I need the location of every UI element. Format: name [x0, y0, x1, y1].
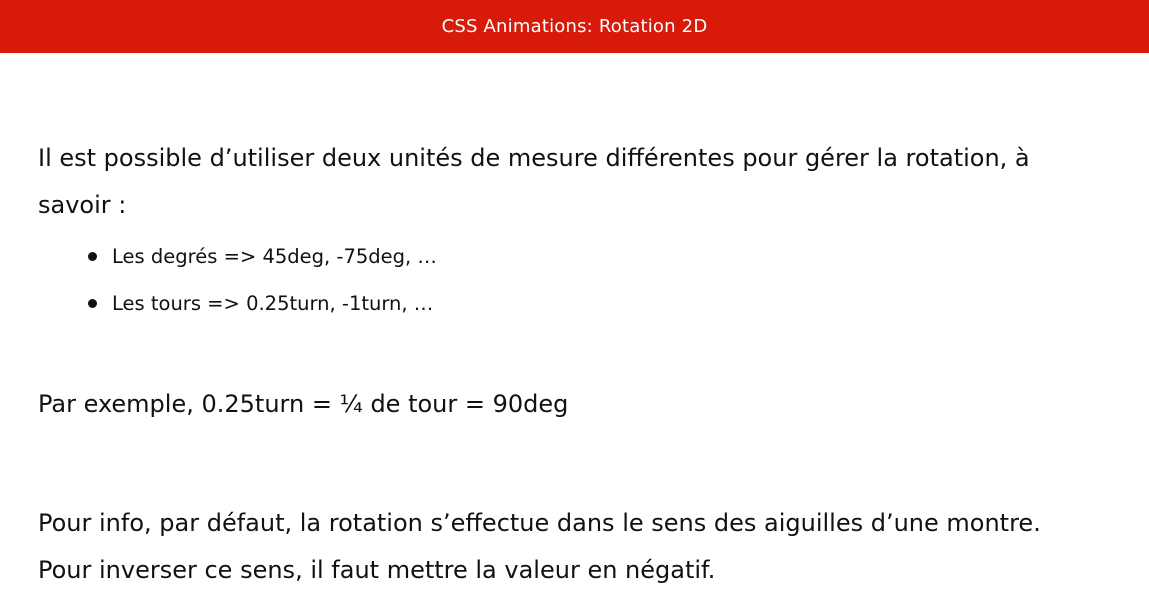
- slide-content: Il est possible d’utiliser deux unités d…: [38, 135, 1128, 594]
- units-list: Les degrés => 45deg, -75deg, … Les tours…: [38, 233, 1128, 327]
- intro-line-1: Il est possible d’utiliser deux unités d…: [38, 144, 1030, 172]
- info-paragraph: Pour info, par défaut, la rotation s’eff…: [38, 500, 1128, 594]
- example-paragraph: Par exemple, 0.25turn = ¼ de tour = 90de…: [38, 390, 569, 418]
- intro-paragraph: Il est possible d’utiliser deux unités d…: [38, 135, 1128, 229]
- list-item-label: Les degrés => 45deg, -75deg, …: [112, 245, 437, 268]
- list-item-label: Les tours => 0.25turn, -1turn, …: [112, 292, 434, 315]
- bullet-icon: [88, 299, 97, 308]
- info-line-2: Pour inverser ce sens, il faut mettre la…: [38, 556, 716, 584]
- header-bar: CSS Animations: Rotation 2D: [0, 0, 1149, 53]
- list-item-degrees: Les degrés => 45deg, -75deg, …: [38, 233, 1128, 280]
- bullet-icon: [88, 252, 97, 261]
- info-line-1: Pour info, par défaut, la rotation s’eff…: [38, 509, 1041, 537]
- list-item-turns: Les tours => 0.25turn, -1turn, …: [38, 280, 1128, 327]
- page-title: CSS Animations: Rotation 2D: [441, 16, 708, 37]
- intro-line-2: savoir :: [38, 191, 127, 219]
